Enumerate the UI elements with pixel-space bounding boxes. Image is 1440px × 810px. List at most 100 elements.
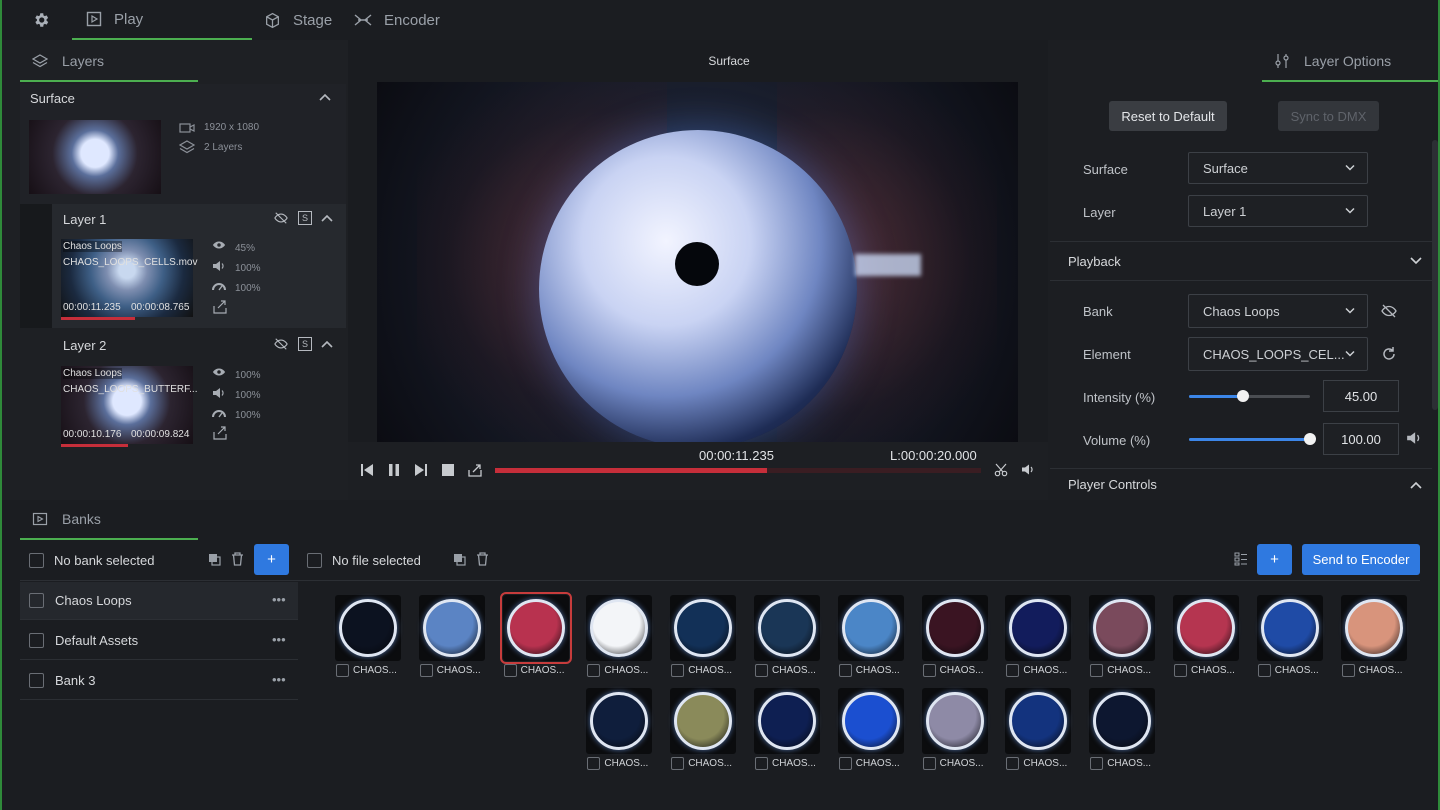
file-thumbnail[interactable] — [1089, 595, 1156, 661]
file-checkbox[interactable] — [1090, 664, 1104, 677]
speaker-icon[interactable] — [1406, 431, 1422, 445]
player-controls-section-header[interactable]: Player Controls — [1050, 468, 1432, 500]
tab-layers[interactable]: Layers — [20, 42, 198, 82]
tab-encoder[interactable]: Encoder — [354, 0, 440, 40]
file-thumbnail[interactable] — [1005, 595, 1072, 661]
send-to-encoder-button[interactable]: Send to Encoder — [1302, 544, 1420, 575]
bank-checkbox[interactable] — [29, 673, 44, 688]
file-thumbnail[interactable] — [754, 595, 820, 661]
volume-input[interactable]: 100.00 — [1323, 423, 1399, 455]
layer-select[interactable]: Layer 1 — [1188, 195, 1368, 227]
select-all-files-checkbox[interactable] — [307, 552, 322, 568]
file-checkbox[interactable] — [1257, 664, 1271, 677]
list-view-icon[interactable] — [1234, 552, 1248, 566]
options-scrollbar[interactable] — [1432, 140, 1438, 410]
file-checkbox[interactable] — [838, 664, 852, 677]
bank-select[interactable]: Chaos Loops — [1188, 294, 1368, 328]
file-thumbnail[interactable] — [1005, 688, 1072, 754]
file-thumbnail[interactable] — [418, 595, 485, 661]
solo-icon[interactable]: S — [298, 337, 312, 351]
reset-to-default-button[interactable]: Reset to Default — [1109, 101, 1227, 131]
file-thumbnail[interactable] — [921, 688, 988, 754]
file-checkbox[interactable] — [671, 757, 685, 770]
file-thumbnail[interactable] — [1173, 595, 1239, 661]
preview-video[interactable] — [377, 82, 1018, 442]
volume-slider[interactable] — [1189, 433, 1316, 445]
volume-icon[interactable] — [1021, 463, 1035, 476]
file-thumbnail[interactable] — [335, 595, 401, 661]
file-checkbox[interactable] — [1341, 664, 1355, 677]
bank-checkbox[interactable] — [29, 633, 44, 648]
copy-icon[interactable] — [208, 553, 221, 566]
eye-off-icon[interactable] — [274, 337, 288, 351]
bank-checkbox[interactable] — [29, 593, 44, 608]
file-checkbox[interactable] — [838, 757, 852, 770]
chevron-up-icon[interactable] — [318, 92, 332, 102]
file-thumbnail[interactable] — [586, 595, 653, 661]
tab-play[interactable]: Play — [72, 0, 252, 40]
tab-banks[interactable]: Banks — [20, 500, 198, 540]
stop-icon[interactable] — [441, 463, 455, 477]
loop-icon[interactable] — [467, 463, 483, 477]
file-checkbox[interactable] — [587, 664, 601, 677]
tab-layer-options[interactable]: Layer Options — [1262, 42, 1440, 82]
file-checkbox[interactable] — [1174, 664, 1187, 677]
intensity-slider[interactable] — [1189, 390, 1310, 402]
volume-slider-knob[interactable] — [1304, 433, 1316, 445]
skip-back-icon[interactable] — [360, 463, 374, 477]
file-thumbnail[interactable] — [1340, 595, 1407, 661]
file-thumbnail[interactable] — [670, 595, 737, 661]
trash-icon[interactable] — [231, 552, 244, 566]
more-icon[interactable]: ••• — [272, 592, 286, 607]
file-thumbnail[interactable] — [921, 595, 988, 661]
file-checkbox[interactable] — [671, 664, 685, 677]
more-icon[interactable]: ••• — [272, 672, 286, 687]
preview-timeline[interactable] — [495, 468, 981, 473]
file-thumbnail[interactable] — [754, 688, 820, 754]
pause-icon[interactable] — [387, 463, 401, 477]
file-checkbox[interactable] — [419, 664, 433, 677]
file-thumbnail[interactable] — [670, 688, 737, 754]
solo-icon[interactable]: S — [298, 211, 312, 225]
chevron-up-icon[interactable] — [320, 339, 334, 349]
file-checkbox[interactable] — [755, 664, 768, 677]
file-checkbox[interactable] — [336, 664, 349, 677]
file-thumbnail[interactable] — [837, 688, 904, 754]
sync-to-dmx-button[interactable]: Sync to DMX — [1278, 101, 1379, 131]
file-checkbox[interactable] — [1090, 757, 1104, 770]
skip-forward-icon[interactable] — [414, 463, 428, 477]
select-all-banks-checkbox[interactable] — [29, 552, 44, 568]
file-checkbox[interactable] — [755, 757, 768, 770]
refresh-icon[interactable] — [1381, 346, 1397, 362]
file-checkbox[interactable] — [587, 757, 601, 770]
more-icon[interactable]: ••• — [272, 632, 286, 647]
eye-off-icon[interactable] — [274, 211, 288, 225]
surface-select[interactable]: Surface — [1188, 152, 1368, 184]
layer-1-card[interactable]: Layer 1 S Chaos Loops CHAOS_LOOPS_CELLS.… — [52, 204, 346, 328]
layer-2-card[interactable]: Layer 2 S Chaos Loops CHAOS_LOOPS_BUTTER… — [52, 330, 346, 454]
copy-icon[interactable] — [453, 553, 466, 566]
element-select[interactable]: CHAOS_LOOPS_CEL... — [1188, 337, 1368, 371]
file-checkbox[interactable] — [503, 664, 517, 677]
file-thumbnail[interactable] — [586, 688, 653, 754]
tab-stage[interactable]: Stage — [264, 0, 332, 40]
share-icon[interactable] — [212, 300, 228, 314]
file-checkbox[interactable] — [922, 664, 936, 677]
playback-section-header[interactable]: Playback — [1050, 241, 1432, 281]
bank-list-item[interactable]: Chaos Loops ••• — [20, 582, 298, 620]
eye-off-icon[interactable] — [1381, 303, 1397, 319]
file-thumbnail[interactable] — [1089, 688, 1156, 754]
bank-list-item[interactable]: Default Assets ••• — [20, 622, 298, 660]
file-thumbnail[interactable] — [1256, 595, 1323, 661]
intensity-input[interactable]: 45.00 — [1323, 380, 1399, 412]
share-icon[interactable] — [212, 426, 228, 440]
gear-icon[interactable] — [32, 11, 50, 29]
file-thumbnail[interactable] — [499, 592, 572, 664]
file-checkbox[interactable] — [922, 757, 936, 770]
file-checkbox[interactable] — [1006, 757, 1020, 770]
chevron-up-icon[interactable] — [320, 213, 334, 223]
trash-icon[interactable] — [476, 552, 489, 566]
bank-list-item[interactable]: Bank 3 ••• — [20, 662, 298, 700]
file-thumbnail[interactable] — [837, 595, 904, 661]
file-checkbox[interactable] — [1006, 664, 1020, 677]
